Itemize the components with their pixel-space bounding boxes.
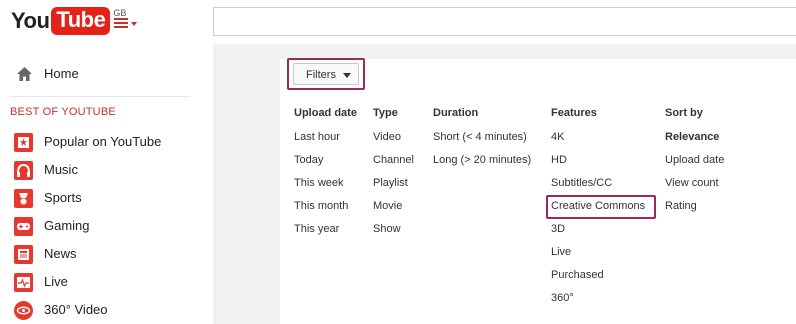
filter-option[interactable]: Movie	[373, 200, 402, 212]
sort-option[interactable]: View count	[665, 177, 719, 189]
filter-option[interactable]: Today	[294, 154, 323, 166]
filter-option[interactable]: Last hour	[294, 131, 340, 143]
sort-option[interactable]: Rating	[665, 200, 697, 212]
sidebar-item-label: News	[44, 246, 77, 261]
360-icon	[14, 301, 33, 320]
sidebar-item-gaming[interactable]: Gaming	[0, 213, 200, 239]
filter-option[interactable]: Subtitles/CC	[551, 177, 612, 189]
gamepad-icon	[14, 217, 33, 236]
sort-option-selected[interactable]: Relevance	[665, 131, 719, 143]
filter-option[interactable]: This week	[294, 177, 344, 189]
filter-heading-duration: Duration	[433, 107, 479, 119]
filter-heading-sort-by: Sort by	[665, 107, 703, 119]
creative-commons-highlight	[546, 195, 656, 219]
filters-button-label: Filters	[306, 69, 336, 81]
filter-option[interactable]: Channel	[373, 154, 414, 166]
headphones-icon	[14, 161, 33, 180]
sidebar-item-live[interactable]: Live	[0, 269, 200, 295]
logo-you-text: You	[11, 8, 50, 33]
chevron-down-icon	[343, 73, 351, 78]
filter-option[interactable]: Purchased	[551, 269, 604, 281]
sidebar-item-popular[interactable]: Popular on YouTube	[0, 129, 200, 155]
filter-option[interactable]: HD	[551, 154, 567, 166]
guide-sidebar: Home BEST OF YOUTUBE Popular on YouTube …	[0, 44, 200, 324]
filter-option[interactable]: 4K	[551, 131, 564, 143]
filter-option[interactable]: 3D	[551, 223, 565, 235]
sidebar-item-label: Live	[44, 274, 68, 289]
filters-panel	[280, 59, 796, 324]
sidebar-item-label: 360° Video	[44, 302, 108, 317]
search-input[interactable]	[213, 7, 796, 36]
filter-option[interactable]: Live	[551, 246, 571, 258]
newspaper-icon	[14, 245, 33, 264]
sort-option[interactable]: Upload date	[665, 154, 724, 166]
filter-option[interactable]: Playlist	[373, 177, 408, 189]
star-icon	[14, 133, 33, 152]
sidebar-item-label: Gaming	[44, 218, 90, 233]
trophy-icon	[14, 189, 33, 208]
sidebar-item-label: Popular on YouTube	[44, 134, 162, 149]
sidebar-item-music[interactable]: Music	[0, 157, 200, 183]
filter-heading-upload-date: Upload date	[294, 107, 357, 119]
sidebar-item-sports[interactable]: Sports	[0, 185, 200, 211]
sidebar-item-label: Sports	[44, 190, 82, 205]
filter-option[interactable]: Long (> 20 minutes)	[433, 154, 531, 166]
filter-option[interactable]: Show	[373, 223, 401, 235]
divider	[10, 96, 190, 97]
filter-heading-features: Features	[551, 107, 597, 119]
filters-button[interactable]: Filters	[293, 63, 359, 85]
masthead: You Tube GB	[0, 0, 796, 44]
sidebar-item-news[interactable]: News	[0, 241, 200, 267]
sidebar-item-home[interactable]: Home	[0, 61, 200, 87]
section-title: BEST OF YOUTUBE	[10, 106, 116, 118]
filter-option[interactable]: This year	[294, 223, 339, 235]
sidebar-item-label: Music	[44, 162, 78, 177]
pulse-icon	[14, 273, 33, 292]
filter-option[interactable]: 360°	[551, 292, 574, 304]
logo-tube-text: Tube	[51, 7, 111, 35]
filter-option[interactable]: Short (< 4 minutes)	[433, 131, 527, 143]
guide-menu-icon[interactable]	[114, 16, 138, 30]
youtube-logo[interactable]: You Tube GB	[11, 6, 126, 36]
filter-option[interactable]: This month	[294, 200, 348, 212]
chevron-down-icon	[131, 22, 137, 26]
filter-heading-type: Type	[373, 107, 398, 119]
sidebar-item-360-video[interactable]: 360° Video	[0, 297, 200, 323]
home-icon	[17, 67, 32, 81]
sidebar-item-label: Home	[44, 66, 79, 81]
filter-option[interactable]: Video	[373, 131, 401, 143]
